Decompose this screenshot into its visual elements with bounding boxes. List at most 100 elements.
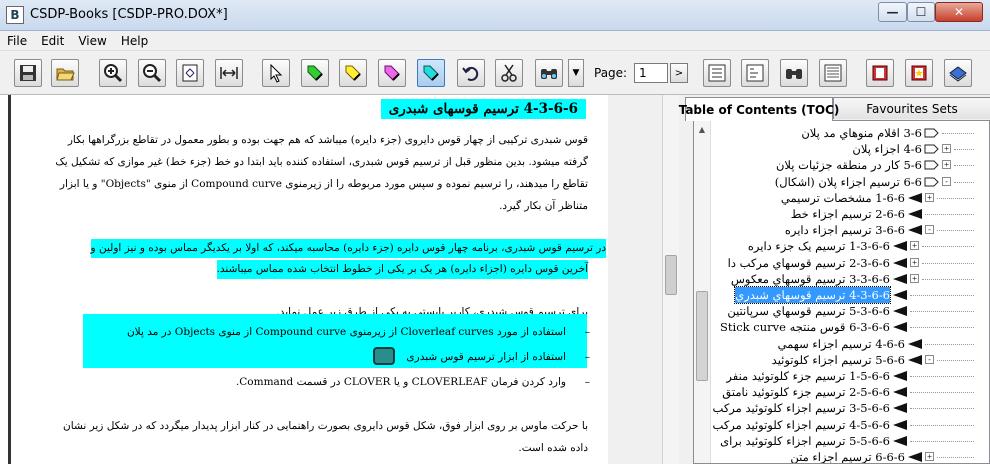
magenta-highlighter-icon — [384, 65, 400, 81]
menu-help[interactable]: Help — [114, 31, 155, 51]
folder-icon — [924, 177, 939, 187]
toc-item[interactable]: 2-3-6-6 ترسيم قوسهاي مرکب دا + — [712, 255, 988, 271]
tree-connector — [910, 311, 974, 313]
toc-item[interactable]: 1-3-6-6 ترسيم يک جزء دايره + — [712, 238, 988, 254]
section-heading: 4-3-6-6 ترسیم قوسهای شبدری — [380, 99, 586, 119]
toc-item[interactable]: 2-6-6 ترسيم اجزاء خط — [712, 206, 988, 222]
expand-toggle[interactable]: + — [925, 192, 934, 202]
expand-toggle[interactable]: + — [942, 160, 951, 170]
yellow-highlighter-button[interactable] — [339, 59, 367, 87]
document-view[interactable]: 4-3-6-6 ترسیم قوسهای شبدری قوس شبدری ترک… — [8, 95, 608, 464]
toc-item-label: 2-3-6-6 ترسيم قوسهاي مرکب دا — [727, 255, 890, 270]
close-button[interactable]: ✕ — [935, 2, 983, 22]
menu-edit[interactable]: Edit — [34, 31, 71, 51]
undo-icon — [462, 66, 479, 81]
select-pointer-button[interactable] — [262, 59, 290, 87]
cyan-highlighter-button[interactable] — [417, 59, 445, 87]
expand-toggle[interactable]: + — [925, 452, 934, 461]
toc-item[interactable]: 4-5-6-6 ترسيم اجزاء کلوتوئيد مرکب — [712, 417, 988, 433]
menu-file[interactable]: File — [0, 31, 34, 51]
green-highlighter-icon — [307, 65, 323, 81]
tab-toc[interactable]: Table of Contents (TOC) — [679, 97, 839, 121]
toc-item[interactable]: 4-6-6 ترسيم اجزاء سهمي — [712, 336, 988, 352]
magenta-highlighter-button[interactable] — [378, 59, 406, 87]
expand-toggle[interactable]: - — [942, 176, 951, 186]
toc-item-label: 1-6-6 مشخصات ترسيمي — [780, 190, 905, 205]
toc-tree[interactable]: ▲ 3-6 اقلام منوهاي مد پلان 4-6 اجزاء پلان… — [693, 120, 990, 464]
title-bar: B CSDP-Books [CSDP-PRO.DOX*] — ☐ ✕ — [0, 0, 990, 31]
minimize-button[interactable]: — — [878, 2, 907, 22]
toc-item[interactable]: 4-3-6-6 ترسيم قوسهاي شبدري — [712, 286, 988, 304]
toc-item[interactable]: 5-6-6 ترسيم اجزاء کلوتوئيد - — [712, 352, 988, 368]
print-button[interactable] — [944, 59, 972, 87]
toc-item[interactable]: 3-6-6 ترسيم اجزاء دايره - — [712, 222, 988, 238]
green-highlighter-button[interactable] — [301, 59, 329, 87]
tree-connector — [910, 376, 974, 377]
toc-item[interactable]: 6-3-6-6 قوس منتجه Stick curve — [712, 319, 988, 335]
toc-item[interactable]: 5-5-6-6 ترسيم اجزاء کلوتوئيد برای — [712, 433, 988, 449]
undo-button[interactable] — [457, 59, 485, 87]
toc-item[interactable]: 3-5-6-6 ترسيم اجزاء کلوتوئيد مرکب — [712, 400, 988, 416]
favourite-button[interactable] — [905, 59, 933, 87]
expand-toggle[interactable]: - — [925, 225, 934, 235]
toc-scroll-thumb[interactable] — [696, 291, 708, 381]
page-label: Page: — [594, 66, 628, 80]
toc-item-label: 4-5-6-6 ترسيم اجزاء کلوتوئيد مرکب — [712, 417, 890, 432]
search-button[interactable] — [780, 59, 808, 87]
toc-item-label: 5-6-6 ترسيم اجزاء کلوتوئيد — [771, 352, 905, 367]
toc-item[interactable]: 3-6 اقلام منوهاي مد پلان — [712, 125, 988, 141]
expand-toggle[interactable]: + — [910, 257, 919, 267]
menu-bar: File Edit View Help — [0, 31, 990, 51]
expand-toggle[interactable]: + — [942, 144, 951, 154]
tree-connector — [925, 343, 974, 345]
tree-connector — [937, 457, 974, 458]
toc-item-label: 4-6-6 ترسيم اجزاء سهمي — [777, 336, 905, 351]
toc-button[interactable] — [703, 59, 731, 87]
toc-item[interactable]: 1-5-6-6 ترسيم جزء کلوتوئيد منفر — [712, 368, 988, 384]
maximize-button[interactable]: ☐ — [907, 2, 935, 22]
page-icon — [893, 290, 907, 300]
expand-toggle[interactable]: - — [925, 354, 934, 364]
toc-item[interactable]: 6-6-6 ترسيم اجزاء متن + — [712, 449, 988, 463]
zoom-out-icon — [143, 64, 162, 83]
expand-toggle[interactable]: + — [910, 241, 919, 251]
scroll-thumb[interactable] — [665, 255, 677, 295]
tree-connector — [922, 246, 974, 248]
open-button[interactable] — [51, 59, 79, 87]
list-icon — [824, 64, 842, 82]
next-page-button[interactable]: > — [670, 63, 688, 83]
toolbar-dropdown[interactable]: ▼ — [568, 59, 584, 87]
expand-toggle[interactable]: + — [910, 273, 919, 283]
toc-item[interactable]: 5-3-6-6 ترسيم قوسهاي سرپانتين — [712, 303, 988, 319]
document-scrollbar[interactable] — [662, 95, 679, 464]
toc-item-label: 5-5-6-6 ترسيم اجزاء کلوتوئيد برای — [720, 433, 890, 448]
cut-button[interactable] — [495, 59, 523, 87]
zoom-out-button[interactable] — [138, 59, 166, 87]
list-button[interactable] — [819, 59, 847, 87]
tab-favourites[interactable]: Favourites Sets — [833, 97, 990, 119]
toc-item[interactable]: 1-6-6 مشخصات ترسيمي + — [712, 190, 988, 206]
favourite-icon — [911, 65, 927, 81]
index-button[interactable] — [741, 59, 769, 87]
bullet-item: وارد کردن فرمان CLOVERLEAF و یا CLOVER د… — [235, 376, 566, 388]
bullet-dash: – — [584, 351, 590, 363]
tree-connector — [910, 327, 974, 329]
fit-page-button[interactable] — [176, 59, 204, 87]
toc-item[interactable]: 3-3-6-6 ترسيم قوسهاي معکوس + — [712, 271, 988, 287]
toc-item[interactable]: 6-6 ترسيم اجزاء پلان (اشکال) - — [712, 174, 988, 190]
tree-connector — [910, 440, 974, 442]
toc-item[interactable]: 2-5-6-6 ترسيم جزء کلوتوئيد نامتق — [712, 384, 988, 400]
toc-scrollbar[interactable]: ▲ — [694, 121, 711, 463]
fit-width-button[interactable] — [215, 59, 243, 87]
toc-item[interactable]: 4-6 اجزاء پلان + — [712, 141, 988, 157]
page-number-input[interactable] — [634, 63, 668, 83]
zoom-in-button[interactable] — [99, 59, 127, 87]
tree-connector — [910, 424, 974, 426]
toc-item[interactable]: 5-6 کار در منطقه جزئيات پلان + — [712, 157, 988, 173]
menu-view[interactable]: View — [71, 31, 113, 51]
find-button[interactable] — [535, 59, 563, 87]
scroll-up-arrow[interactable]: ▲ — [694, 121, 710, 137]
bookmark-button[interactable] — [866, 59, 894, 87]
save-button[interactable] — [14, 59, 42, 87]
page-icon — [893, 403, 907, 414]
